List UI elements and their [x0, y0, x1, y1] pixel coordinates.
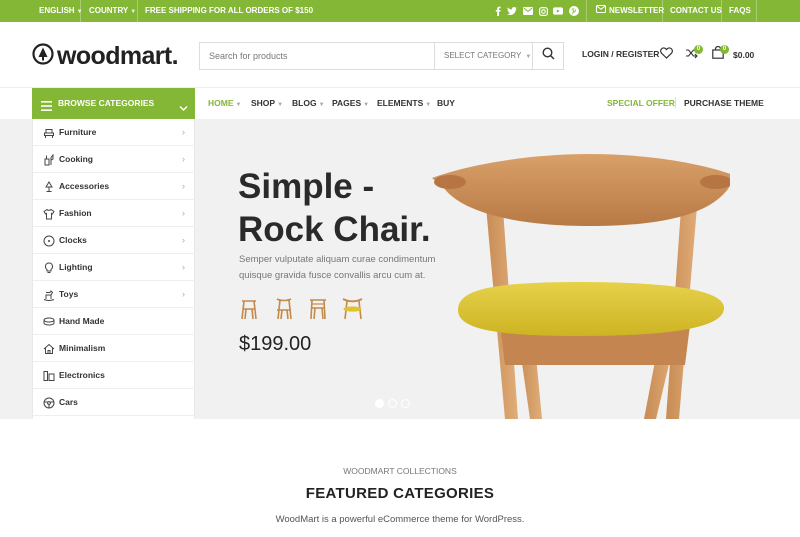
logo-text: woodmart. — [57, 41, 179, 70]
browse-categories-label: BROWSE CATEGORIES — [58, 98, 155, 108]
search-bar: SELECT CATEGORY▼ — [199, 42, 564, 70]
pinterest-icon[interactable] — [569, 6, 579, 16]
hamburger-icon — [41, 98, 52, 116]
category-item-fashion[interactable]: Fashion › — [33, 200, 195, 227]
nav-blog[interactable]: BLOG ▼ — [292, 98, 325, 108]
hero-title-line-1: Simple - — [238, 167, 375, 206]
chair-variant-4-thumbnail[interactable] — [340, 296, 365, 320]
electronics-icon — [43, 369, 55, 381]
slider-dot-3[interactable] — [401, 399, 410, 408]
category-item-cars[interactable]: Cars — [33, 389, 195, 416]
nav-shop[interactable]: SHOP ▼ — [251, 98, 283, 108]
nav-home[interactable]: HOME ▼ — [208, 98, 241, 108]
search-input[interactable] — [200, 43, 434, 69]
language-selector[interactable]: ENGLISH ▼ — [39, 0, 83, 22]
search-button[interactable] — [532, 43, 563, 69]
collections-subtitle: WOODMART COLLECTIONS — [343, 466, 457, 476]
contact-us-link[interactable]: CONTACT US — [670, 0, 722, 22]
chevron-right-icon: › — [182, 208, 185, 218]
special-offer-link[interactable]: SPECIAL OFFER — [607, 98, 675, 108]
chevron-right-icon: › — [182, 235, 185, 245]
slider-dot-2[interactable] — [388, 399, 397, 408]
kitchen-tools-icon — [43, 153, 55, 166]
tree-logo-icon — [32, 42, 54, 70]
lamp-icon — [43, 180, 55, 192]
purchase-theme-link[interactable]: PURCHASE THEME — [684, 98, 764, 108]
category-item-hand-made[interactable]: Hand Made — [33, 308, 195, 335]
cart-count-badge: 0 — [720, 45, 729, 54]
compare-count-badge: 0 — [694, 45, 703, 54]
category-item-cooking[interactable]: Cooking › — [33, 146, 195, 173]
heart-icon — [659, 46, 673, 64]
lightbulb-icon — [43, 261, 55, 273]
login-register-link[interactable]: LOGIN / REGISTER — [582, 49, 659, 59]
house-icon — [43, 342, 55, 354]
hero-title-line-2: Rock Chair. — [238, 210, 431, 249]
twitter-icon[interactable] — [507, 6, 517, 16]
instagram-icon[interactable] — [538, 6, 548, 16]
rocking-horse-icon — [43, 288, 55, 301]
browse-categories-button[interactable]: BROWSE CATEGORIES — [32, 88, 195, 119]
chair-variant-3-thumbnail[interactable] — [307, 296, 329, 320]
email-icon[interactable] — [523, 6, 533, 16]
tshirt-icon — [43, 207, 55, 220]
armchair-icon — [43, 126, 55, 138]
chevron-down-icon — [179, 99, 188, 117]
category-item-accessories[interactable]: Accessories › — [33, 173, 195, 200]
steering-wheel-icon — [43, 396, 55, 409]
category-item-clocks[interactable]: Clocks › — [33, 227, 195, 254]
featured-categories-description: WoodMart is a powerful eCommerce theme f… — [275, 514, 525, 525]
chevron-right-icon: › — [182, 127, 185, 137]
category-sidebar: Furniture › Cooking › Accessories › Fashion… — [32, 119, 195, 419]
cart-total[interactable]: $0.00 — [733, 50, 754, 60]
nav-elements[interactable]: ELEMENTS ▼ — [377, 98, 431, 108]
newsletter-link[interactable]: NEWSLETTER — [596, 0, 664, 22]
youtube-icon[interactable] — [553, 6, 563, 16]
hero-title: Simple - Rock Chair. — [238, 165, 431, 251]
yarn-basket-icon — [43, 315, 55, 327]
category-item-furniture[interactable]: Furniture › — [33, 119, 195, 146]
nav-pages[interactable]: PAGES ▼ — [332, 98, 369, 108]
chair-variant-2-thumbnail[interactable] — [273, 296, 295, 320]
faqs-link[interactable]: FAQS — [729, 0, 751, 22]
featured-categories-title: FEATURED CATEGORIES — [305, 485, 495, 502]
chevron-right-icon: › — [182, 289, 185, 299]
country-selector[interactable]: COUNTRY ▼ — [89, 0, 136, 22]
chair-variant-1-thumbnail[interactable] — [238, 296, 260, 320]
clock-icon — [43, 234, 55, 247]
chevron-right-icon: › — [182, 262, 185, 272]
cart-button[interactable]: 0 — [711, 45, 729, 62]
category-item-lighting[interactable]: Lighting › — [33, 254, 195, 281]
facebook-icon[interactable] — [493, 6, 503, 16]
mail-icon — [596, 0, 606, 22]
rock-chair-image — [430, 150, 746, 419]
hero-description: Semper vulputate aliquam curae condiment… — [239, 254, 436, 281]
free-shipping-text: FREE SHIPPING FOR ALL ORDERS OF $150 — [145, 6, 314, 15]
top-bar: ENGLISH ▼ COUNTRY ▼ FREE SHIPPING FOR ALL … — [0, 0, 800, 22]
category-item-electronics[interactable]: Electronics — [33, 362, 195, 389]
category-item-toys[interactable]: Toys › — [33, 281, 195, 308]
search-icon — [541, 47, 555, 65]
compare-button[interactable]: 0 — [684, 45, 703, 62]
nav-buy[interactable]: BUY — [437, 98, 455, 108]
slider-dot-1[interactable] — [375, 399, 384, 408]
category-item-minimalism[interactable]: Minimalism — [33, 335, 195, 362]
site-logo[interactable]: woodmart. — [32, 41, 179, 71]
wishlist-button[interactable] — [659, 46, 673, 64]
chevron-right-icon: › — [182, 154, 185, 164]
hero-price: $199.00 — [239, 333, 312, 355]
category-select[interactable]: SELECT CATEGORY ▼ — [434, 43, 532, 69]
chevron-right-icon: › — [182, 181, 185, 191]
